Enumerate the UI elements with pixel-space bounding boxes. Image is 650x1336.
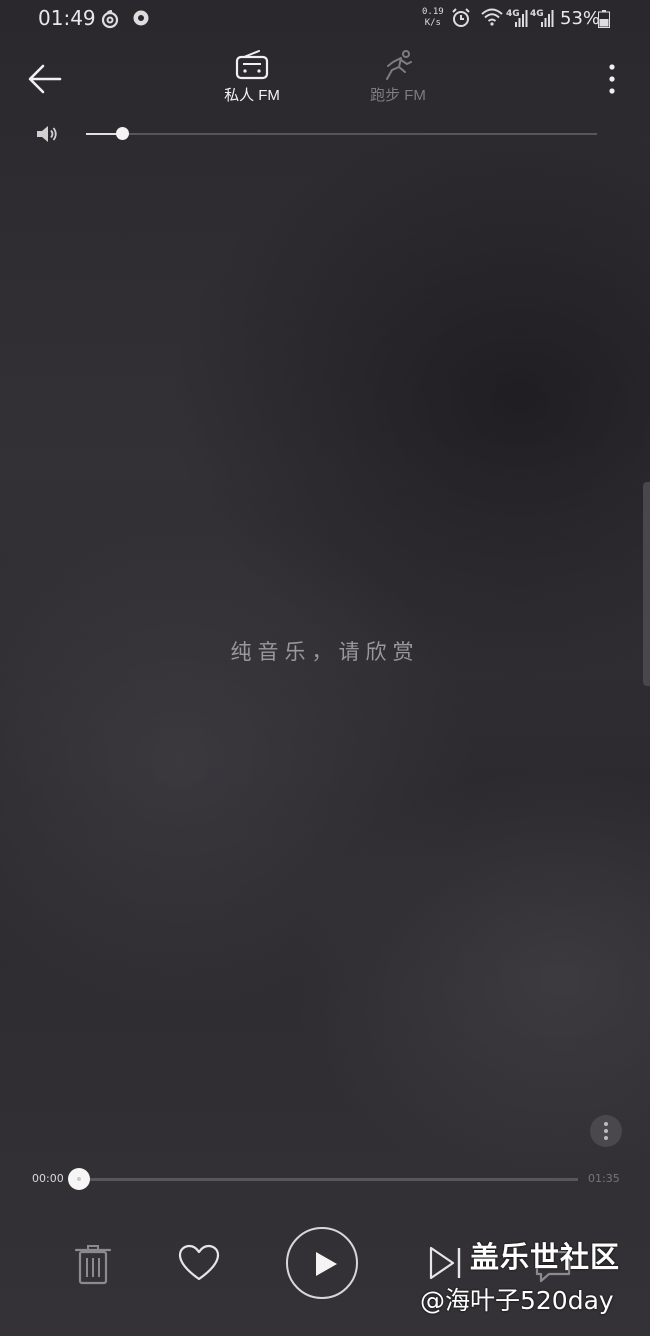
status-time: 01:49	[38, 6, 96, 30]
tab-running-fm[interactable]: 跑步 FM	[348, 50, 448, 105]
watermark-subtitle: @海叶子520day	[420, 1286, 614, 1315]
dot	[604, 1129, 608, 1133]
back-button[interactable]	[26, 60, 66, 100]
running-icon	[386, 50, 412, 80]
dot	[604, 1136, 608, 1140]
current-time: 00:00	[32, 1172, 64, 1185]
tab-label: 跑步 FM	[370, 87, 426, 104]
signal-icon	[541, 10, 554, 27]
volume-thumb[interactable]	[115, 127, 129, 140]
network-speed-value: 0.19	[422, 7, 444, 17]
battery-percent: 53%	[560, 8, 601, 29]
tab-label: 私人 FM	[224, 87, 280, 104]
lyrics-text: 纯音乐，请欣赏	[230, 640, 420, 664]
tab-private-fm[interactable]: 私人 FM	[202, 50, 302, 105]
battery-icon	[598, 10, 610, 28]
total-time: 01:35	[588, 1172, 620, 1185]
watermark-title: 盖乐世社区	[470, 1240, 621, 1274]
netease-music-icon	[101, 10, 119, 29]
wifi-icon	[481, 8, 503, 26]
progress-bar[interactable]	[79, 1178, 578, 1181]
radio-icon	[235, 50, 269, 80]
volume-icon	[37, 126, 57, 142]
progress-thumb[interactable]	[68, 1168, 90, 1190]
volume-slider[interactable]	[86, 133, 597, 135]
more-options-button[interactable]	[602, 62, 622, 96]
alarm-icon	[452, 8, 470, 27]
song-more-button[interactable]	[590, 1115, 622, 1147]
signal-icon	[515, 10, 528, 27]
dot	[604, 1122, 608, 1126]
network-speed: 0.19 K/s	[422, 7, 444, 29]
play-button[interactable]	[286, 1227, 358, 1299]
like-heart-button[interactable]	[178, 1244, 220, 1282]
next-track-button[interactable]	[428, 1245, 464, 1281]
trash-button[interactable]	[74, 1243, 112, 1285]
play-icon	[316, 1252, 337, 1276]
record-icon	[133, 10, 149, 26]
network-speed-unit: K/s	[424, 18, 441, 28]
